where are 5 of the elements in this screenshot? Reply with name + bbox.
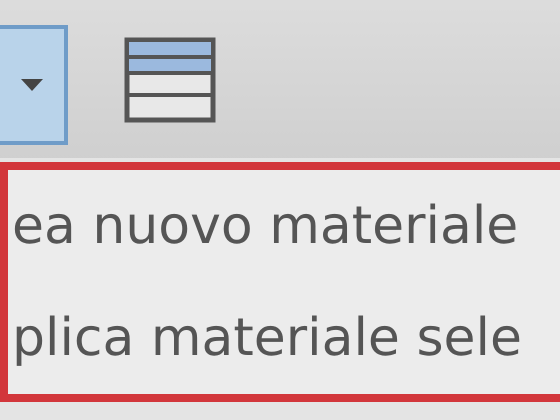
menu-item[interactable]: ea nuovo materiale — [12, 194, 560, 258]
table-icon — [124, 37, 216, 123]
table-button[interactable] — [124, 36, 216, 124]
menu-item[interactable]: plica materiale sele — [12, 306, 560, 370]
caret-icon — [21, 79, 43, 91]
